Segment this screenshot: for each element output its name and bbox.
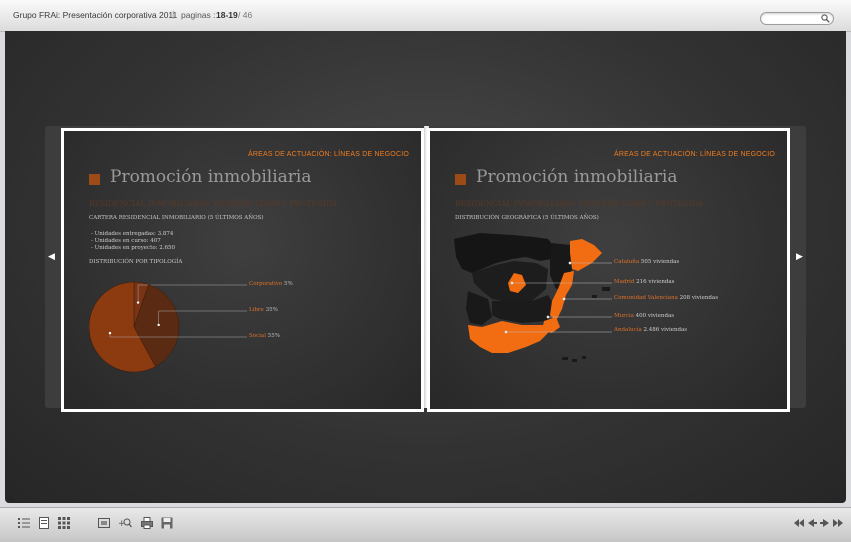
top-toolbar: Grupo FRAi: Presentación corporativa 201… xyxy=(0,0,851,32)
pie-label-value: 35% xyxy=(263,307,278,313)
pie-label-social: Social 55% xyxy=(249,333,280,339)
document-title: Grupo FRAi: Presentación corporativa 201… xyxy=(13,10,178,20)
last-page-icon[interactable] xyxy=(832,517,844,529)
region-label-murcia: Murcia 400 viviendas xyxy=(614,313,675,319)
save-icon[interactable] xyxy=(161,517,173,529)
region-label-cataluna: Cataluña 505 viviendas xyxy=(614,259,680,265)
pie-chart xyxy=(89,281,247,373)
print-icon[interactable] xyxy=(141,517,153,529)
previous-page-arrow-icon[interactable]: ◀ xyxy=(48,251,55,262)
map-canarias xyxy=(562,357,568,360)
pie-leader-dot xyxy=(136,301,140,304)
page-title: Promoción inmobiliaria xyxy=(110,167,312,187)
grid-icon[interactable] xyxy=(58,517,70,529)
fullscreen-icon[interactable] xyxy=(98,517,110,529)
total-pages: / 46 xyxy=(238,10,253,20)
map-baleares xyxy=(592,295,597,298)
map-region-andalucia xyxy=(468,321,548,353)
title-separator: | xyxy=(172,9,175,19)
region-label-valencia: Comunidad Valenciana 208 viviendas xyxy=(614,295,719,301)
page-title: Promoción inmobiliaria xyxy=(476,167,678,187)
current-pages[interactable]: 18-19 xyxy=(216,10,238,20)
search-icon[interactable] xyxy=(821,14,830,23)
pie-leader-dot xyxy=(157,323,160,327)
page-subtitle: RESIDENCIAL INMOBILIARIO: VIVIENDA LIBRE… xyxy=(89,199,338,208)
geo-label: DISTRIBUCIÓN GEOGRÁFICA (5 últimos años) xyxy=(455,215,599,221)
list-icon[interactable] xyxy=(18,517,30,529)
portfolio-line: - Unidades en curso: 407 xyxy=(91,238,161,244)
page-header: ÁREAS DE ACTUACIÓN: LÍNEAS DE NEGOCIO xyxy=(247,151,409,158)
bottom-toolbar: + xyxy=(0,507,851,542)
pie-label-name: Corporativo xyxy=(249,281,283,287)
zoom-in-icon[interactable]: + xyxy=(118,517,132,529)
left-page: ÁREAS DE ACTUACIÓN: LÍNEAS DE NEGOCIO Pr… xyxy=(61,128,424,412)
pie-label-name: Libre xyxy=(249,307,264,313)
portfolio-label: CARTERA RESIDENCIAL INMOBILIARIO (5 últi… xyxy=(89,215,264,221)
map-baleares xyxy=(602,287,610,291)
region-label-madrid: Madrid 216 viviendas xyxy=(614,279,675,285)
pie-label-value: 5% xyxy=(282,281,293,287)
pie-label-name: Social xyxy=(249,333,266,339)
page-subtitle: RESIDENCIAL INMOBILIARIO: VIVIENDA LIBRE… xyxy=(455,199,704,208)
pie-label-corporativo: Corporativo 5% xyxy=(249,281,293,287)
title-bullet xyxy=(455,174,466,185)
portfolio-line: - Unidades en proyecto: 2.650 xyxy=(91,245,176,251)
title-bullet xyxy=(89,174,100,185)
page-icon[interactable] xyxy=(38,517,50,529)
portfolio-line: - Unidades entregadas: 3.874 xyxy=(91,231,174,237)
map-canarias xyxy=(572,359,577,362)
next-page-icon[interactable] xyxy=(819,517,831,529)
pie-label-libre: Libre 35% xyxy=(249,307,278,313)
map-canarias xyxy=(582,356,586,359)
pie-label-value: 55% xyxy=(265,333,280,339)
pie-leader-dot xyxy=(108,331,112,335)
first-page-icon[interactable] xyxy=(793,517,805,529)
pages-label: paginas : xyxy=(181,10,216,20)
map-region-cataluna xyxy=(570,239,602,271)
map-region-extremadura xyxy=(466,291,492,325)
right-page: ÁREAS DE ACTUACIÓN: LÍNEAS DE NEGOCIO Pr… xyxy=(427,128,790,412)
portfolio-lines: - Unidades entregadas: 3.874 - Unidades … xyxy=(91,231,175,252)
next-page-arrow-icon[interactable]: ▶ xyxy=(796,251,803,262)
page-header: ÁREAS DE ACTUACIÓN: LÍNEAS DE NEGOCIO xyxy=(613,151,775,158)
previous-page-icon[interactable] xyxy=(806,517,818,529)
distribution-label: DISTRIBUCIÓN POR TIPOLOGÍA xyxy=(89,259,183,265)
search-input[interactable] xyxy=(760,12,834,25)
spain-map xyxy=(454,233,612,362)
region-label-andalucia: Andalucía 2.486 viviendas xyxy=(614,327,688,333)
